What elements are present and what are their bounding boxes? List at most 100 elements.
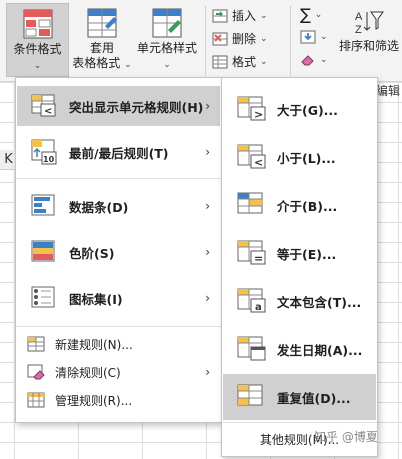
menu-item-icon-sets[interactable]: 图标集(I) › xyxy=(17,276,220,320)
less-than-glyph: < xyxy=(254,156,263,169)
color-scales-icon xyxy=(31,240,55,262)
submenu-item-label: 发生日期(A)... xyxy=(277,342,363,358)
chevron-down-icon: ⌄ xyxy=(314,9,323,20)
menu-item-label: 突出显示单元格规则(H) xyxy=(69,99,204,115)
chevron-down-icon: ⌄ xyxy=(260,33,268,44)
clear-rules-icon xyxy=(27,364,45,380)
conditional-format-menu: < 突出显示单元格规则(H) › 10 最前/最后规则(T) › 数据条(D) … xyxy=(15,77,222,423)
submenu-item-label: 介于(B)... xyxy=(277,198,338,214)
insert-button[interactable]: 插入 ⌄ xyxy=(212,7,268,24)
menu-item-top-bottom-rules[interactable]: 10 最前/最后规则(T) › xyxy=(17,130,220,174)
submenu-item-duplicate-values[interactable]: 重复值(D)... xyxy=(223,374,376,420)
conditional-format-button[interactable]: 条件格式 ⌄ xyxy=(6,3,69,77)
data-bars-icon xyxy=(31,194,55,216)
menu-item-data-bars[interactable]: 数据条(D) › xyxy=(17,184,220,228)
less-than-glyph: < xyxy=(44,106,52,117)
format-button[interactable]: 格式 ⌄ xyxy=(212,53,268,70)
submenu-item-date-occurring[interactable]: 发生日期(A)... xyxy=(223,326,376,372)
chevron-right-icon: › xyxy=(205,145,210,159)
insert-icon xyxy=(212,9,228,22)
edit-group-label: 编辑 xyxy=(376,84,401,98)
greater-than-icon: > xyxy=(237,96,266,121)
menu-item-label: 色阶(S) xyxy=(69,245,115,261)
top-bottom-icon: 10 xyxy=(31,139,57,165)
fill-down-icon xyxy=(300,30,316,44)
conditional-format-label: 条件格式 xyxy=(13,42,62,56)
format-icon xyxy=(212,55,228,68)
submenu-item-greater-than[interactable]: > 大于(G)... xyxy=(223,86,376,132)
chevron-down-icon: ⌄ xyxy=(320,32,328,42)
chevron-right-icon: › xyxy=(205,199,210,213)
table-format-label-1: 套用 xyxy=(89,41,114,55)
menu-item-manage-rules[interactable]: 管理规则(R)... xyxy=(17,386,220,414)
submenu-item-less-than[interactable]: < 小于(L)... xyxy=(223,134,376,180)
top10-glyph: 10 xyxy=(43,155,55,164)
less-than-icon: < xyxy=(237,144,266,169)
icon-sets-icon xyxy=(31,286,55,308)
menu-item-clear-rules[interactable]: 清除规则(C) › xyxy=(17,358,220,386)
menu-item-new-rule[interactable]: 新建规则(N)... xyxy=(17,330,220,358)
menu-item-label: 管理规则(R)... xyxy=(55,393,133,408)
chevron-down-icon: ⌄ xyxy=(33,61,42,71)
text-a-glyph: a xyxy=(255,302,262,313)
watermark: 知乎 @博夏 xyxy=(314,430,378,444)
menu-item-label: 新建规则(N)... xyxy=(55,337,133,352)
sort-filter-icon: A Z xyxy=(355,11,384,36)
table-format-label-2: 表格格式 xyxy=(72,56,121,70)
text-contains-icon: a xyxy=(237,288,266,313)
ribbon-separator xyxy=(205,6,206,76)
menu-item-label: 数据条(D) xyxy=(69,199,129,215)
menu-item-highlight-cells-rules[interactable]: < 突出显示单元格规则(H) › xyxy=(17,86,220,126)
chevron-right-icon: › xyxy=(205,245,210,259)
menu-divider xyxy=(16,178,221,179)
conditional-format-icon xyxy=(23,9,52,39)
chevron-down-icon: ⌄ xyxy=(320,55,328,65)
format-label: 格式 xyxy=(232,55,257,69)
chevron-right-icon: › xyxy=(205,291,210,305)
date-occurring-icon xyxy=(237,336,266,361)
submenu-item-between[interactable]: 介于(B)... xyxy=(223,182,376,228)
ribbon: 条件格式 ⌄ 套用 表格格式 ⌄ 单元格样式 ⌄ 插入 ⌄ 删除 ⌄ 格式 ⌄ … xyxy=(0,0,402,82)
menu-item-label: 清除规则(C) xyxy=(55,365,121,380)
cell-style-label: 单元格样式 xyxy=(136,41,197,55)
menu-item-label: 最前/最后规则(T) xyxy=(69,145,169,161)
duplicate-values-icon xyxy=(237,384,263,406)
autosum-button[interactable]: ∑ ⌄ xyxy=(300,5,322,24)
sigma-icon: ∑ xyxy=(300,5,311,24)
delete-icon xyxy=(212,32,228,45)
submenu-item-label: 文本包含(T)... xyxy=(277,294,362,310)
chevron-down-icon: ⌄ xyxy=(260,10,268,21)
fill-button[interactable]: ⌄ xyxy=(300,30,328,44)
sort-filter-label: 排序和筛选 xyxy=(338,39,399,53)
submenu-item-label: 小于(L)... xyxy=(277,150,336,166)
ribbon-separator xyxy=(290,6,291,76)
chevron-down-icon: ⌄ xyxy=(260,56,268,67)
chevron-down-icon: ⌄ xyxy=(124,60,132,70)
clear-button[interactable]: ⌄ xyxy=(300,53,328,67)
delete-button[interactable]: 删除 ⌄ xyxy=(212,30,268,47)
cell-style-button[interactable]: 单元格样式 ⌄ xyxy=(132,3,202,77)
table-format-button[interactable]: 套用 表格格式 ⌄ xyxy=(72,3,132,77)
svg-text:A: A xyxy=(355,11,363,23)
table-format-icon xyxy=(87,8,117,38)
submenu-item-label: 重复值(D)... xyxy=(277,390,351,406)
manage-rules-icon xyxy=(27,392,45,408)
menu-divider xyxy=(222,422,377,423)
cell-style-icon xyxy=(152,8,182,38)
submenu-item-equal-to[interactable]: = 等于(E)... xyxy=(223,230,376,276)
highlight-rules-submenu: > 大于(G)... < 小于(L)... 介于(B)... = 等于(E)..… xyxy=(221,77,378,457)
equal-to-icon: = xyxy=(237,240,266,265)
delete-label: 删除 xyxy=(232,32,257,46)
equals-glyph: = xyxy=(254,252,263,265)
eraser-icon xyxy=(301,55,314,66)
menu-item-color-scales[interactable]: 色阶(S) › xyxy=(17,230,220,274)
submenu-item-text-contains[interactable]: a 文本包含(T)... xyxy=(223,278,376,324)
highlight-cells-icon: < xyxy=(31,94,56,117)
chevron-right-icon: › xyxy=(205,99,210,113)
new-rule-icon xyxy=(27,336,45,352)
chevron-down-icon: ⌄ xyxy=(163,60,171,70)
chevron-right-icon: › xyxy=(205,365,210,379)
menu-divider xyxy=(16,326,221,327)
sort-filter-button[interactable]: A Z 排序和筛选 xyxy=(336,3,402,77)
submenu-item-label: 大于(G)... xyxy=(277,102,338,118)
